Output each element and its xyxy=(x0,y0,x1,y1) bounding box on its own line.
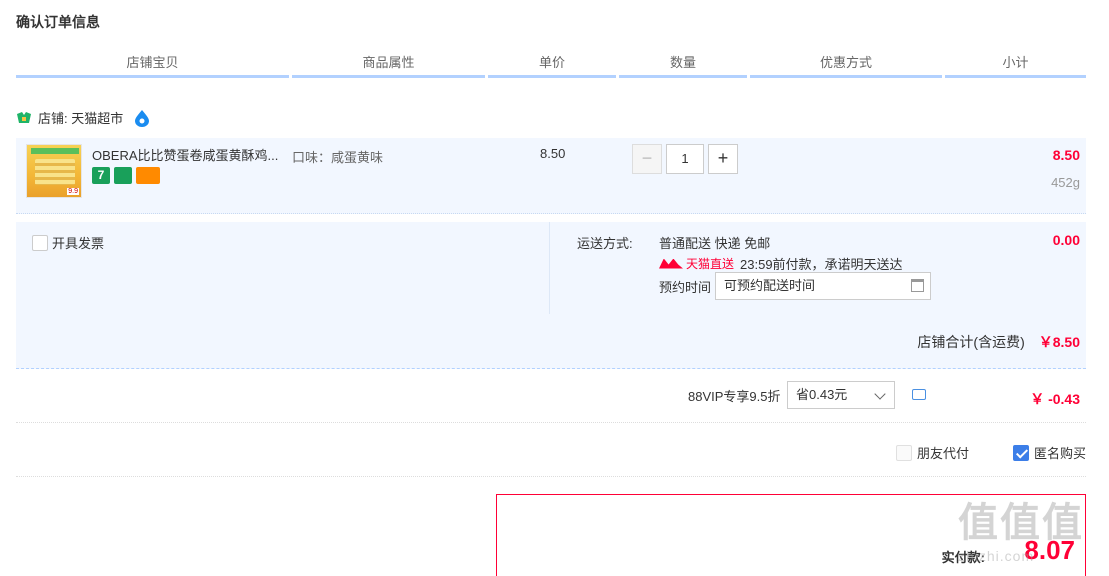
shipping-method: 普通配送 快递 免邮 xyxy=(659,236,771,251)
shipping-fee: 0.00 xyxy=(1052,232,1080,248)
friend-pay-option[interactable]: 朋友代付 xyxy=(896,443,969,462)
shop-total-label: 店铺合计(含运费) xyxy=(917,334,1025,350)
seven-day-return-icon: 7 xyxy=(92,167,110,184)
payment-options-row: 朋友代付 匿名购买 xyxy=(16,423,1086,477)
tmall-direct-label: 天猫直送 xyxy=(686,257,735,271)
guarantee-icon xyxy=(114,167,132,184)
order-item-row: 9.9 OBERA比比赞蛋卷咸蛋黄酥鸡... 7 口味：咸蛋黄味 8.50 − … xyxy=(16,138,1086,214)
invoice-label: 开具发票 xyxy=(52,236,105,251)
invoice-option[interactable]: 开具发票 xyxy=(32,233,104,252)
vip-discount-value: ￥ -0.43 xyxy=(1030,391,1080,407)
column-quantity: 数量 xyxy=(619,52,747,78)
anonymous-label: 匿名购买 xyxy=(1034,446,1087,461)
wangwang-chat-icon[interactable] xyxy=(133,109,151,127)
product-title[interactable]: OBERA比比赞蛋卷咸蛋黄酥鸡... xyxy=(92,145,282,164)
item-subtotal: 8.50 xyxy=(1052,147,1080,163)
quantity-input[interactable]: 1 xyxy=(666,144,704,174)
card-pay-icon xyxy=(136,167,160,184)
quantity-stepper: − 1 + xyxy=(632,144,738,174)
column-unit-price: 单价 xyxy=(488,52,616,78)
shop-total-row: 店铺合计(含运费) ￥8.50 xyxy=(16,314,1086,369)
watermark-text: 值值值 xyxy=(958,501,1084,545)
divider xyxy=(549,222,550,314)
shop-icon xyxy=(17,111,31,123)
product-badges: 7 xyxy=(92,167,160,184)
tmall-direct-badge: 天猫直送 xyxy=(659,255,734,272)
vip-discount-label: 88VIP专享9.5折 xyxy=(688,389,781,404)
shop-total: 店铺合计(含运费) ￥8.50 xyxy=(917,332,1080,352)
decrease-quantity-button[interactable]: − xyxy=(632,144,662,174)
shop-total-value: ￥8.50 xyxy=(1038,334,1080,350)
service-row: 开具发票 运送方式: 普通配送 快递 免邮 0.00 天猫直送 23:59前付款… xyxy=(16,222,1086,314)
shop-line: 店铺: 天猫超市 xyxy=(16,108,151,127)
product-attribute: 口味：咸蛋黄味 xyxy=(292,150,384,165)
unit-price: 8.50 xyxy=(540,146,566,161)
increase-quantity-button[interactable]: + xyxy=(708,144,738,174)
shop-name[interactable]: 店铺: 天猫超市 xyxy=(38,108,123,127)
message-icon[interactable] xyxy=(912,389,926,400)
vip-discount-selected: 省0.43元 xyxy=(796,387,848,402)
appointment-line: 预约时间 可预约配送时间 xyxy=(659,272,932,300)
vip-discount-select[interactable]: 省0.43元 xyxy=(787,381,895,409)
calendar-icon[interactable] xyxy=(911,279,925,292)
delivery-promise-text: 23:59前付款，承诺明天送达 xyxy=(740,257,903,272)
invoice-checkbox[interactable] xyxy=(32,234,48,251)
anonymous-option[interactable]: 匿名购买 xyxy=(1013,443,1086,462)
watermark-sub: zhizhi.com xyxy=(958,548,1035,564)
friend-pay-checkbox[interactable] xyxy=(896,444,912,461)
column-subtotal: 小计 xyxy=(945,52,1086,78)
chevron-down-icon xyxy=(874,388,886,400)
watermark-logo: 值值值 zhizhi.com xyxy=(958,490,1106,576)
delivery-promise: 天猫直送 23:59前付款，承诺明天送达 xyxy=(659,254,903,273)
tmall-cat-icon xyxy=(659,258,683,269)
vip-discount-row: 88VIP专享9.5折 省0.43元 ￥ -0.43 xyxy=(16,370,1086,423)
column-attributes: 商品属性 xyxy=(292,52,485,78)
column-header: 店铺宝贝 商品属性 单价 数量 优惠方式 小计 xyxy=(16,52,1086,78)
shipping-label: 运送方式: xyxy=(577,236,633,251)
appointment-time-input[interactable]: 可预约配送时间 xyxy=(715,272,932,300)
item-weight: 452g xyxy=(1051,175,1080,190)
friend-pay-label: 朋友代付 xyxy=(917,446,970,461)
appointment-placeholder: 可预约配送时间 xyxy=(724,278,816,293)
page-title: 确认订单信息 xyxy=(16,14,100,30)
product-thumbnail[interactable]: 9.9 xyxy=(26,144,82,198)
column-discount: 优惠方式 xyxy=(750,52,942,78)
appointment-label: 预约时间 xyxy=(659,279,712,295)
anonymous-checkbox[interactable] xyxy=(1013,444,1029,461)
column-shop-item: 店铺宝贝 xyxy=(16,52,289,78)
